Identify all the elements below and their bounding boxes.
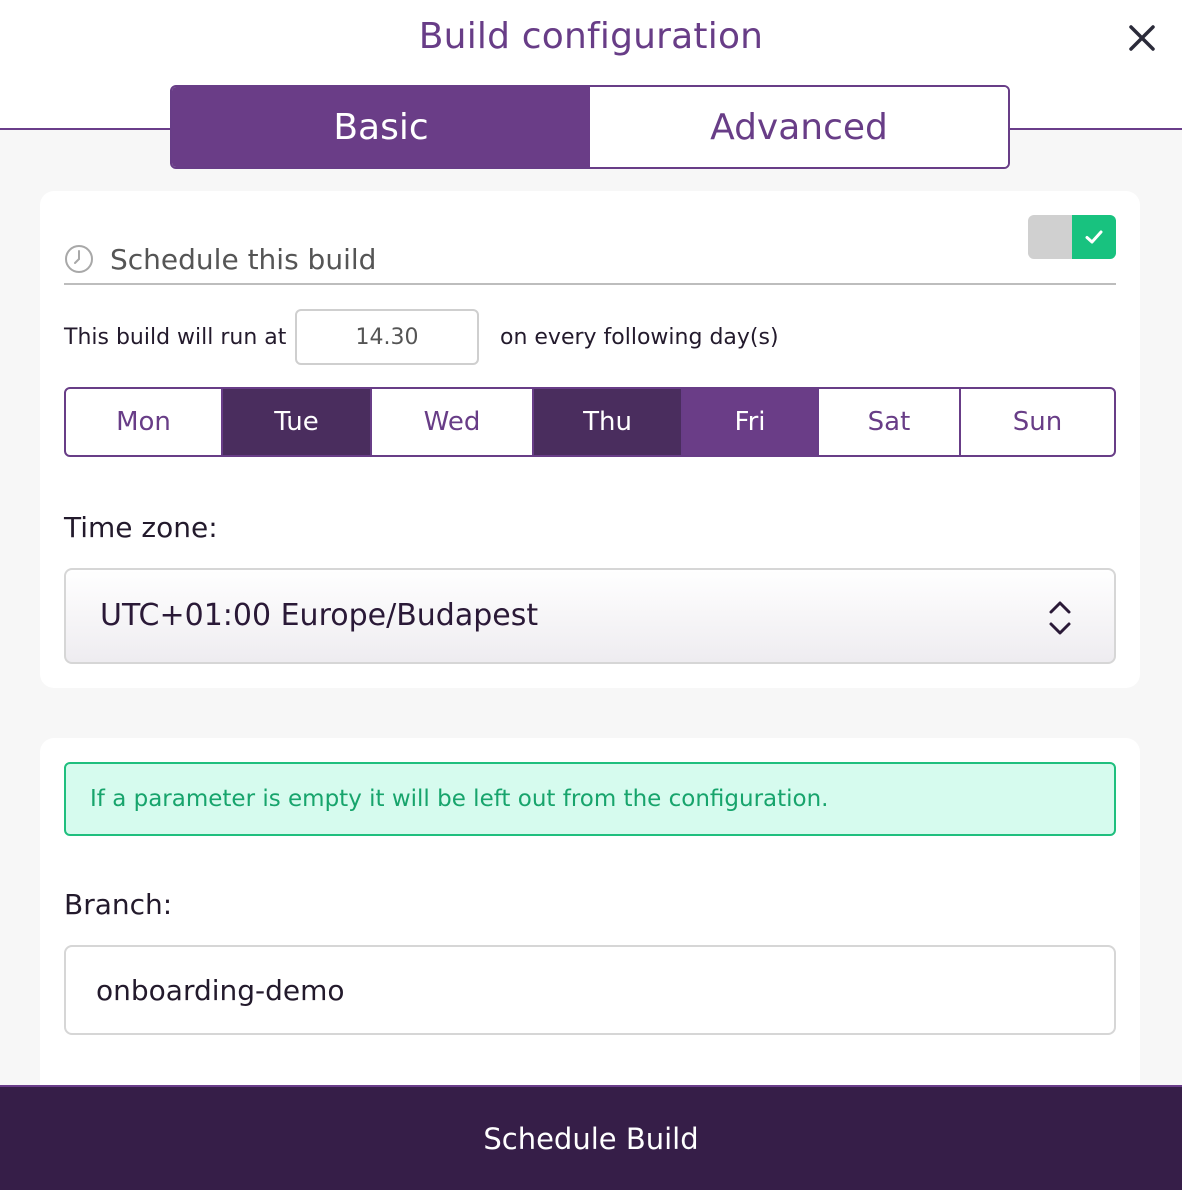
notice-text: If a parameter is empty it will be left … (90, 786, 829, 812)
toggle-off-half (1028, 215, 1072, 259)
following-days-label: on every following day(s) (500, 325, 779, 350)
day-wed[interactable]: Wed (372, 389, 534, 455)
time-input[interactable] (295, 309, 479, 365)
tab-advanced[interactable]: Advanced (590, 87, 1008, 167)
run-at-label: This build will run at (64, 325, 287, 350)
close-icon[interactable] (1124, 20, 1160, 56)
branch-input[interactable] (64, 945, 1116, 1035)
schedule-header: Schedule this build (64, 215, 1116, 285)
day-sat[interactable]: Sat (819, 389, 961, 455)
day-sun[interactable]: Sun (961, 389, 1114, 455)
branch-label: Branch: (64, 888, 173, 921)
tab-basic[interactable]: Basic (172, 87, 590, 167)
day-thu[interactable]: Thu (534, 389, 683, 455)
toggle-on-half (1072, 215, 1116, 259)
timezone-value: UTC+01:00 Europe/Budapest (100, 598, 539, 633)
day-fri[interactable]: Fri (683, 389, 819, 455)
dialog-header: Build configuration Basic Advanced (0, 0, 1182, 169)
day-selector: Mon Tue Wed Thu Fri Sat Sun (64, 387, 1116, 457)
tab-bar: Basic Advanced (170, 85, 1010, 169)
check-icon (1085, 230, 1103, 244)
parameters-card: If a parameter is empty it will be left … (40, 738, 1140, 1098)
dialog-title: Build configuration (418, 16, 764, 57)
clock-icon (64, 244, 94, 274)
schedule-build-button[interactable]: Schedule Build (0, 1085, 1182, 1190)
empty-parameter-notice: If a parameter is empty it will be left … (64, 762, 1116, 836)
timezone-select[interactable]: UTC+01:00 Europe/Budapest (64, 568, 1116, 664)
day-tue[interactable]: Tue (223, 389, 372, 455)
schedule-card: Schedule this build This build will run … (40, 191, 1140, 688)
day-mon[interactable]: Mon (66, 389, 223, 455)
schedule-toggle[interactable] (1028, 215, 1116, 259)
schedule-label: Schedule this build (110, 243, 377, 276)
timezone-label: Time zone: (64, 511, 218, 544)
chevron-up-down-icon (1046, 598, 1074, 638)
